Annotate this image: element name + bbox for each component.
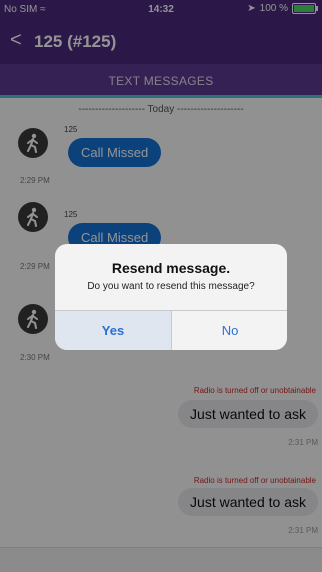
alert-message: Do you want to resend this message? [87, 281, 255, 292]
yes-button[interactable]: Yes [55, 311, 171, 350]
resend-alert-dialog: Resend message. Do you want to resend th… [55, 244, 287, 350]
screen: No SIM ≈ 14:32 ➤ 100 % < 125 (#125) TEXT… [0, 0, 322, 572]
alert-title: Resend message. [111, 260, 231, 276]
no-button[interactable]: No [172, 311, 287, 350]
